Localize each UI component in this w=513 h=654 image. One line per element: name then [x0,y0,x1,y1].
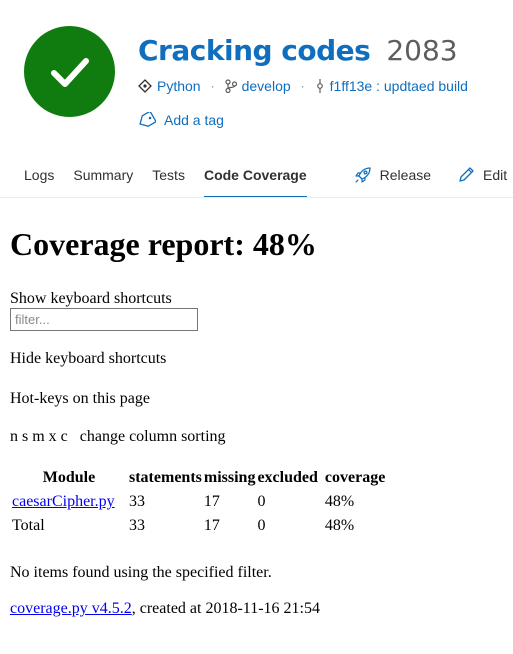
repo-type-label: Python [157,78,201,94]
pipeline-title[interactable]: Cracking codes [138,34,371,67]
column-header-coverage[interactable]: coverage [319,466,386,490]
commit-label: f1ff13e : updtaed build [329,78,468,94]
hotkeys-heading: Hot-keys on this page [10,390,150,407]
sorting-hint: n s m x c change column sorting [10,428,226,445]
coverage-table: Module statements missing excluded cover… [10,466,386,538]
release-button[interactable]: Release [354,152,431,197]
rocket-icon [355,166,371,183]
table-total-row: Total 33 17 0 48% [10,514,386,538]
module-cell: caesarCipher.py [10,490,128,514]
coverage-report: Coverage report: 48% Show keyboard short… [10,226,510,617]
table-row: caesarCipher.py 33 17 0 48% [10,490,386,514]
coverage-py-link[interactable]: coverage.py v4.5.2 [10,600,132,617]
missing-cell: 17 [203,493,220,510]
column-header-statements[interactable]: statements [128,466,203,490]
coverage-cell: 48% [324,493,355,510]
tab-label: Logs [24,166,55,183]
tab-code-coverage[interactable]: Code Coverage [203,152,307,197]
branch-label: develop [241,78,291,94]
column-header-missing[interactable]: missing [203,466,257,490]
show-shortcuts-button[interactable]: Show keyboard shortcuts [10,290,172,308]
edit-button[interactable]: Edit [457,152,507,197]
module-link[interactable]: caesarCipher.py [12,493,115,510]
missing-cell: 17 [203,517,220,534]
tab-label: Summary [73,166,134,183]
table-header-row: Module statements missing excluded cover… [10,466,386,490]
checkmark-icon [50,57,89,87]
commit-icon [316,79,323,93]
add-tag-button[interactable]: Add a tag [138,112,224,128]
build-status-badge [24,26,115,117]
tab-tests[interactable]: Tests [152,152,185,197]
excluded-cell: 0 [257,493,266,510]
pencil-icon [459,166,474,182]
edit-label: Edit [483,166,508,183]
statements-cell: 33 [129,517,145,534]
build-meta: Python · develop · f1ff13e : updtaed bui… [138,76,513,96]
total-label-cell: Total [12,517,45,534]
excluded-cell: 0 [257,517,266,534]
repo-icon [138,79,152,93]
branch-link[interactable]: develop [224,78,291,94]
filter-input[interactable] [10,308,198,331]
tab-label: Code Coverage [203,166,307,183]
tag-icon [139,112,156,127]
branch-icon [224,79,237,93]
tab-summary[interactable]: Summary [73,152,133,197]
repo-type-link[interactable]: Python [138,78,201,94]
release-label: Release [379,166,432,183]
meta-separator: · [210,79,215,93]
report-heading: Coverage report: 48% [10,226,317,262]
hide-shortcuts-button[interactable]: Hide keyboard shortcuts [10,350,166,368]
tab-logs[interactable]: Logs [24,152,54,197]
footer-created-text: , created at 2018-11-16 21:54 [131,600,320,617]
column-header-module[interactable]: Module [10,466,128,490]
build-title-row: Cracking codes 2083 [138,34,458,67]
statements-cell: 33 [129,493,145,510]
build-tabs: Logs Summary Tests Code Coverage Release… [0,152,513,198]
tab-label: Tests [152,166,185,183]
add-tag-label: Add a tag [164,112,224,128]
report-footer: coverage.py v4.5.2, created at 2018-11-1… [10,600,320,618]
coverage-cell: 48% [324,517,355,534]
column-header-excluded[interactable]: excluded [256,466,318,490]
commit-link[interactable]: f1ff13e : updtaed build [315,78,468,94]
no-items-message: No items found using the specified filte… [10,564,272,581]
meta-separator: · [300,79,305,93]
build-number: 2083 [386,34,458,67]
